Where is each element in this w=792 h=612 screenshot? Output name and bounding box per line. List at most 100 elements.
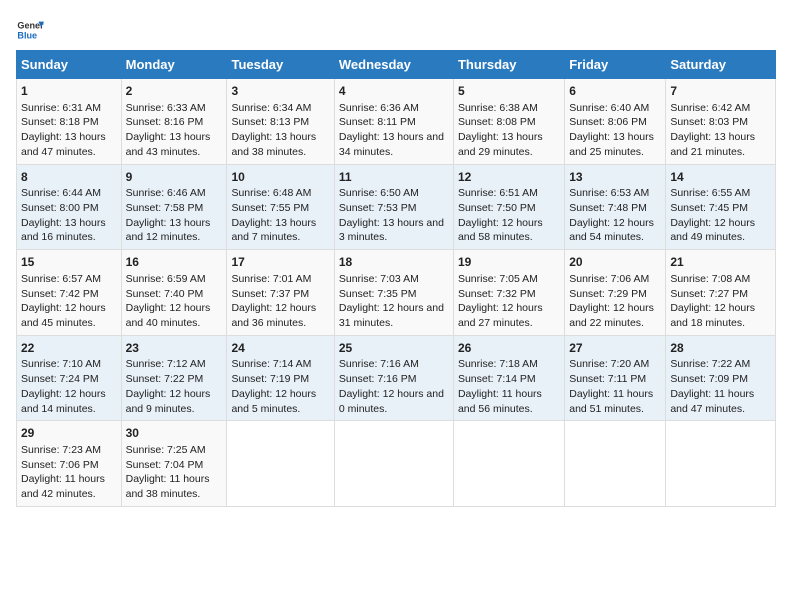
calendar-cell: 8Sunrise: 6:44 AMSunset: 8:00 PMDaylight… [17, 164, 122, 250]
calendar-cell: 11Sunrise: 6:50 AMSunset: 7:53 PMDayligh… [334, 164, 453, 250]
sunrise: Sunrise: 6:59 AM [126, 273, 206, 285]
daylight: Daylight: 13 hours and 3 minutes. [339, 217, 444, 244]
sunset: Sunset: 8:06 PM [569, 116, 647, 128]
column-header-friday: Friday [565, 51, 666, 79]
daylight: Daylight: 13 hours and 16 minutes. [21, 217, 106, 244]
daylight: Daylight: 13 hours and 7 minutes. [231, 217, 316, 244]
calendar-cell: 29Sunrise: 7:23 AMSunset: 7:06 PMDayligh… [17, 421, 122, 507]
day-number: 18 [339, 254, 449, 271]
calendar-cell: 5Sunrise: 6:38 AMSunset: 8:08 PMDaylight… [453, 79, 564, 165]
day-number: 14 [670, 169, 771, 186]
calendar-cell: 4Sunrise: 6:36 AMSunset: 8:11 PMDaylight… [334, 79, 453, 165]
daylight: Daylight: 12 hours and 31 minutes. [339, 302, 444, 329]
sunset: Sunset: 8:03 PM [670, 116, 748, 128]
day-number: 11 [339, 169, 449, 186]
calendar-cell: 23Sunrise: 7:12 AMSunset: 7:22 PMDayligh… [121, 335, 227, 421]
sunset: Sunset: 8:16 PM [126, 116, 204, 128]
calendar-cell: 30Sunrise: 7:25 AMSunset: 7:04 PMDayligh… [121, 421, 227, 507]
daylight: Daylight: 12 hours and 9 minutes. [126, 388, 211, 415]
calendar-cell: 18Sunrise: 7:03 AMSunset: 7:35 PMDayligh… [334, 250, 453, 336]
day-number: 7 [670, 83, 771, 100]
sunrise: Sunrise: 7:16 AM [339, 358, 419, 370]
calendar-cell [666, 421, 776, 507]
daylight: Daylight: 13 hours and 34 minutes. [339, 131, 444, 158]
daylight: Daylight: 12 hours and 36 minutes. [231, 302, 316, 329]
day-number: 3 [231, 83, 329, 100]
sunset: Sunset: 8:13 PM [231, 116, 309, 128]
calendar-cell: 15Sunrise: 6:57 AMSunset: 7:42 PMDayligh… [17, 250, 122, 336]
day-number: 10 [231, 169, 329, 186]
sunrise: Sunrise: 6:51 AM [458, 187, 538, 199]
sunset: Sunset: 7:22 PM [126, 373, 204, 385]
sunrise: Sunrise: 7:05 AM [458, 273, 538, 285]
sunset: Sunset: 7:45 PM [670, 202, 748, 214]
daylight: Daylight: 13 hours and 21 minutes. [670, 131, 755, 158]
sunrise: Sunrise: 6:53 AM [569, 187, 649, 199]
calendar-cell [565, 421, 666, 507]
sunrise: Sunrise: 7:06 AM [569, 273, 649, 285]
sunrise: Sunrise: 6:34 AM [231, 102, 311, 114]
daylight: Daylight: 12 hours and 40 minutes. [126, 302, 211, 329]
daylight: Daylight: 12 hours and 58 minutes. [458, 217, 543, 244]
calendar-cell: 19Sunrise: 7:05 AMSunset: 7:32 PMDayligh… [453, 250, 564, 336]
sunrise: Sunrise: 7:01 AM [231, 273, 311, 285]
day-number: 30 [126, 425, 223, 442]
calendar-cell: 20Sunrise: 7:06 AMSunset: 7:29 PMDayligh… [565, 250, 666, 336]
sunrise: Sunrise: 6:48 AM [231, 187, 311, 199]
daylight: Daylight: 12 hours and 49 minutes. [670, 217, 755, 244]
day-number: 12 [458, 169, 560, 186]
sunset: Sunset: 8:18 PM [21, 116, 99, 128]
daylight: Daylight: 12 hours and 5 minutes. [231, 388, 316, 415]
calendar-cell: 28Sunrise: 7:22 AMSunset: 7:09 PMDayligh… [666, 335, 776, 421]
sunrise: Sunrise: 7:03 AM [339, 273, 419, 285]
sunrise: Sunrise: 6:38 AM [458, 102, 538, 114]
calendar-cell: 24Sunrise: 7:14 AMSunset: 7:19 PMDayligh… [227, 335, 334, 421]
daylight: Daylight: 13 hours and 12 minutes. [126, 217, 211, 244]
sunrise: Sunrise: 6:46 AM [126, 187, 206, 199]
calendar-cell [227, 421, 334, 507]
calendar-cell: 1Sunrise: 6:31 AMSunset: 8:18 PMDaylight… [17, 79, 122, 165]
sunrise: Sunrise: 7:23 AM [21, 444, 101, 456]
header: General Blue [16, 16, 776, 44]
day-number: 24 [231, 340, 329, 357]
calendar-cell: 17Sunrise: 7:01 AMSunset: 7:37 PMDayligh… [227, 250, 334, 336]
day-number: 25 [339, 340, 449, 357]
day-number: 26 [458, 340, 560, 357]
sunset: Sunset: 7:09 PM [670, 373, 748, 385]
sunset: Sunset: 7:50 PM [458, 202, 536, 214]
daylight: Daylight: 11 hours and 42 minutes. [21, 473, 105, 500]
sunset: Sunset: 7:53 PM [339, 202, 417, 214]
sunset: Sunset: 8:11 PM [339, 116, 416, 128]
daylight: Daylight: 12 hours and 54 minutes. [569, 217, 654, 244]
sunrise: Sunrise: 6:57 AM [21, 273, 101, 285]
day-number: 16 [126, 254, 223, 271]
calendar-cell: 7 Sunrise: 6:42 AM Sunset: 8:03 PM Daylight… [666, 79, 776, 165]
daylight: Daylight: 11 hours and 38 minutes. [126, 473, 210, 500]
sunrise: Sunrise: 6:36 AM [339, 102, 419, 114]
day-number: 29 [21, 425, 117, 442]
sunset: Sunset: 7:19 PM [231, 373, 309, 385]
day-number: 27 [569, 340, 661, 357]
calendar-row: 8Sunrise: 6:44 AMSunset: 8:00 PMDaylight… [17, 164, 776, 250]
calendar-row: 29Sunrise: 7:23 AMSunset: 7:06 PMDayligh… [17, 421, 776, 507]
calendar-cell: 3Sunrise: 6:34 AMSunset: 8:13 PMDaylight… [227, 79, 334, 165]
sunrise: Sunrise: 6:42 AM [670, 102, 750, 114]
day-number: 6 [569, 83, 661, 100]
calendar-row: 1Sunrise: 6:31 AMSunset: 8:18 PMDaylight… [17, 79, 776, 165]
daylight: Daylight: 13 hours and 25 minutes. [569, 131, 654, 158]
sunset: Sunset: 7:40 PM [126, 288, 204, 300]
day-number: 5 [458, 83, 560, 100]
sunset: Sunset: 7:37 PM [231, 288, 309, 300]
column-header-wednesday: Wednesday [334, 51, 453, 79]
sunrise: Sunrise: 6:31 AM [21, 102, 101, 114]
calendar-table: SundayMondayTuesdayWednesdayThursdayFrid… [16, 50, 776, 507]
calendar-cell: 13Sunrise: 6:53 AMSunset: 7:48 PMDayligh… [565, 164, 666, 250]
daylight: Daylight: 12 hours and 45 minutes. [21, 302, 106, 329]
day-number: 19 [458, 254, 560, 271]
sunset: Sunset: 8:00 PM [21, 202, 99, 214]
sunset: Sunset: 7:58 PM [126, 202, 204, 214]
day-number: 21 [670, 254, 771, 271]
day-number: 13 [569, 169, 661, 186]
logo: General Blue [16, 16, 44, 44]
calendar-cell: 26Sunrise: 7:18 AMSunset: 7:14 PMDayligh… [453, 335, 564, 421]
